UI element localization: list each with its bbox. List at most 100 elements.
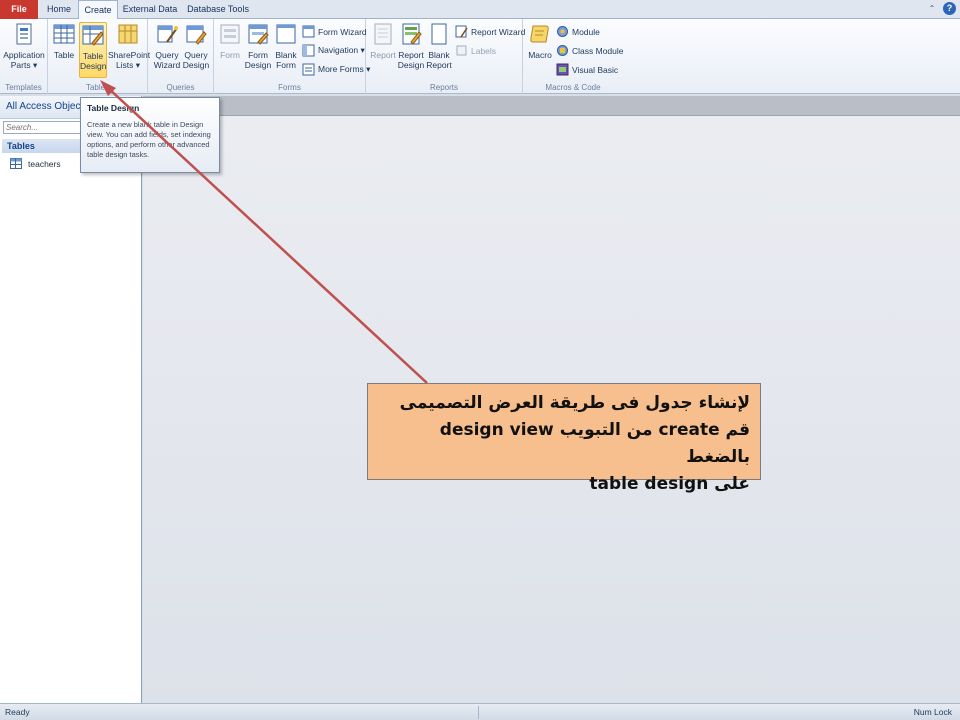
tab-create[interactable]: Create — [78, 0, 118, 20]
visual-basic-label: Visual Basic — [572, 64, 619, 75]
navigation-label: Navigation ▾ — [318, 45, 365, 55]
report-design-icon — [402, 23, 422, 45]
query-wizard-label-1: Query — [155, 50, 179, 60]
form-button[interactable]: Form — [218, 22, 242, 60]
tab-database-tools[interactable]: Database Tools — [184, 0, 252, 19]
ribbon: Application Parts ▾ Templates Table Tabl… — [0, 19, 960, 94]
navigation-icon — [302, 44, 315, 57]
labels-button[interactable]: Labels — [455, 44, 496, 57]
labels-icon — [456, 45, 467, 56]
group-macros-code: Macro Module Class Module Visual Basic M… — [523, 19, 624, 94]
group-queries: Query Wizard Query Design Queries — [148, 19, 214, 94]
form-design-button[interactable]: Form Design — [244, 22, 272, 70]
blank-report-label-2: Report — [426, 60, 452, 70]
form-icon — [220, 24, 240, 44]
visual-basic-button[interactable]: Visual Basic — [556, 63, 618, 76]
form-wizard-icon — [302, 25, 315, 38]
class-module-button[interactable]: Class Module — [556, 44, 624, 57]
report-wizard-button[interactable]: Report Wizard — [455, 25, 525, 38]
report-design-label-1: Report — [398, 50, 424, 60]
table-button[interactable]: Table — [52, 22, 76, 60]
status-ready: Ready — [5, 707, 30, 717]
table-icon — [53, 24, 75, 44]
form-design-icon — [248, 24, 269, 45]
group-label-forms: Forms — [278, 83, 301, 92]
callout-line-1: لإنشاء جدول فى طريقة العرض التصميمى — [399, 393, 750, 413]
form-wizard-button[interactable]: Form Wizard — [302, 25, 367, 38]
navigation-button[interactable]: Navigation ▾ — [302, 44, 365, 57]
group-templates: Application Parts ▾ Templates — [0, 19, 48, 94]
query-wizard-label-2: Wizard — [153, 60, 181, 70]
tab-file[interactable]: File — [0, 0, 38, 19]
navigation-pane: All Access Objects Tables teachers — [0, 96, 142, 703]
application-parts-label-1: Application — [3, 50, 45, 60]
more-forms-label: More Forms ▾ — [318, 64, 371, 74]
tooltip-title: Table Design — [87, 103, 140, 113]
sharepoint-lists-button[interactable]: SharePoint Lists ▾ — [108, 22, 151, 70]
blank-report-icon — [431, 23, 447, 45]
more-forms-icon — [302, 63, 315, 76]
nav-item-teachers[interactable]: teachers — [10, 158, 61, 169]
group-tables: Table Table Design SharePoint Lists ▾ Ta… — [48, 19, 151, 94]
report-design-label-2: Design — [397, 60, 425, 70]
blank-report-label-1: Blank — [428, 50, 450, 60]
group-forms: Form Form Design Blank Form Form Wizard — [214, 19, 370, 94]
labels-label: Labels — [471, 45, 497, 56]
application-parts-button[interactable]: Application Parts ▾ — [2, 22, 46, 70]
tab-home[interactable]: Home — [40, 0, 78, 19]
help-icon[interactable]: ? — [943, 2, 956, 15]
callout-line-3: على table design — [589, 474, 750, 494]
nav-item-label: teachers — [28, 158, 61, 169]
group-reports: Report Report Design Blank Report Report… — [366, 19, 525, 94]
table-design-button[interactable]: Table Design — [79, 22, 107, 78]
table-label: Table — [53, 50, 75, 60]
query-wizard-button[interactable]: Query Wizard — [153, 22, 181, 70]
table-design-label-1: Table — [82, 51, 104, 61]
blank-form-button[interactable]: Blank Form — [272, 22, 300, 70]
visual-basic-icon — [556, 63, 569, 76]
blank-report-button[interactable]: Blank Report — [425, 22, 453, 70]
window-controls: ⌃ ? — [927, 2, 956, 15]
table-object-icon — [10, 158, 22, 169]
form-wizard-label: Form Wizard — [318, 26, 367, 37]
status-divider — [478, 706, 479, 719]
tooltip-body: Create a new blank table in Design view.… — [87, 120, 211, 159]
blank-form-icon — [276, 24, 296, 44]
sharepoint-lists-label-1: SharePoint — [108, 50, 151, 60]
form-label: Form — [220, 50, 240, 60]
query-design-button[interactable]: Query Design — [182, 22, 210, 70]
group-label-macros-code: Macros & Code — [545, 83, 601, 92]
query-design-icon — [186, 25, 207, 45]
report-wizard-label: Report Wizard — [471, 26, 526, 37]
sharepoint-lists-icon — [118, 24, 138, 44]
sharepoint-lists-label-2: Lists ▾ — [115, 60, 141, 70]
module-button[interactable]: Module — [556, 25, 600, 38]
form-design-label-2: Design — [244, 60, 272, 70]
report-wizard-icon — [455, 25, 468, 38]
application-parts-icon — [16, 23, 32, 45]
group-label-templates: Templates — [5, 83, 42, 92]
report-button[interactable]: Report — [370, 22, 396, 60]
blank-form-label-1: Blank — [275, 50, 297, 60]
report-icon — [374, 23, 392, 45]
minimize-ribbon-icon[interactable]: ⌃ — [927, 4, 937, 14]
blank-form-label-2: Form — [276, 60, 296, 70]
application-parts-label-2: Parts ▾ — [10, 60, 38, 70]
report-design-button[interactable]: Report Design — [397, 22, 425, 70]
nav-search-input[interactable] — [3, 121, 81, 134]
report-label: Report — [370, 50, 396, 60]
macro-button[interactable]: Macro — [526, 22, 554, 60]
callout-line-2: design view من التبويب create قم بالضغط — [439, 420, 750, 467]
macro-scroll-icon — [530, 25, 549, 43]
tab-external-data[interactable]: External Data — [120, 0, 180, 19]
query-wizard-icon — [157, 25, 178, 43]
more-forms-button[interactable]: More Forms ▾ — [302, 63, 370, 76]
query-design-label-2: Design — [182, 60, 210, 70]
group-label-tables: Tables — [85, 83, 110, 92]
query-design-label-1: Query — [184, 50, 208, 60]
document-tab-bar — [143, 96, 960, 116]
group-label-reports: Reports — [429, 83, 458, 92]
table-design-icon — [82, 25, 104, 46]
table-design-label-2: Design — [80, 61, 107, 71]
module-label: Module — [572, 26, 600, 37]
